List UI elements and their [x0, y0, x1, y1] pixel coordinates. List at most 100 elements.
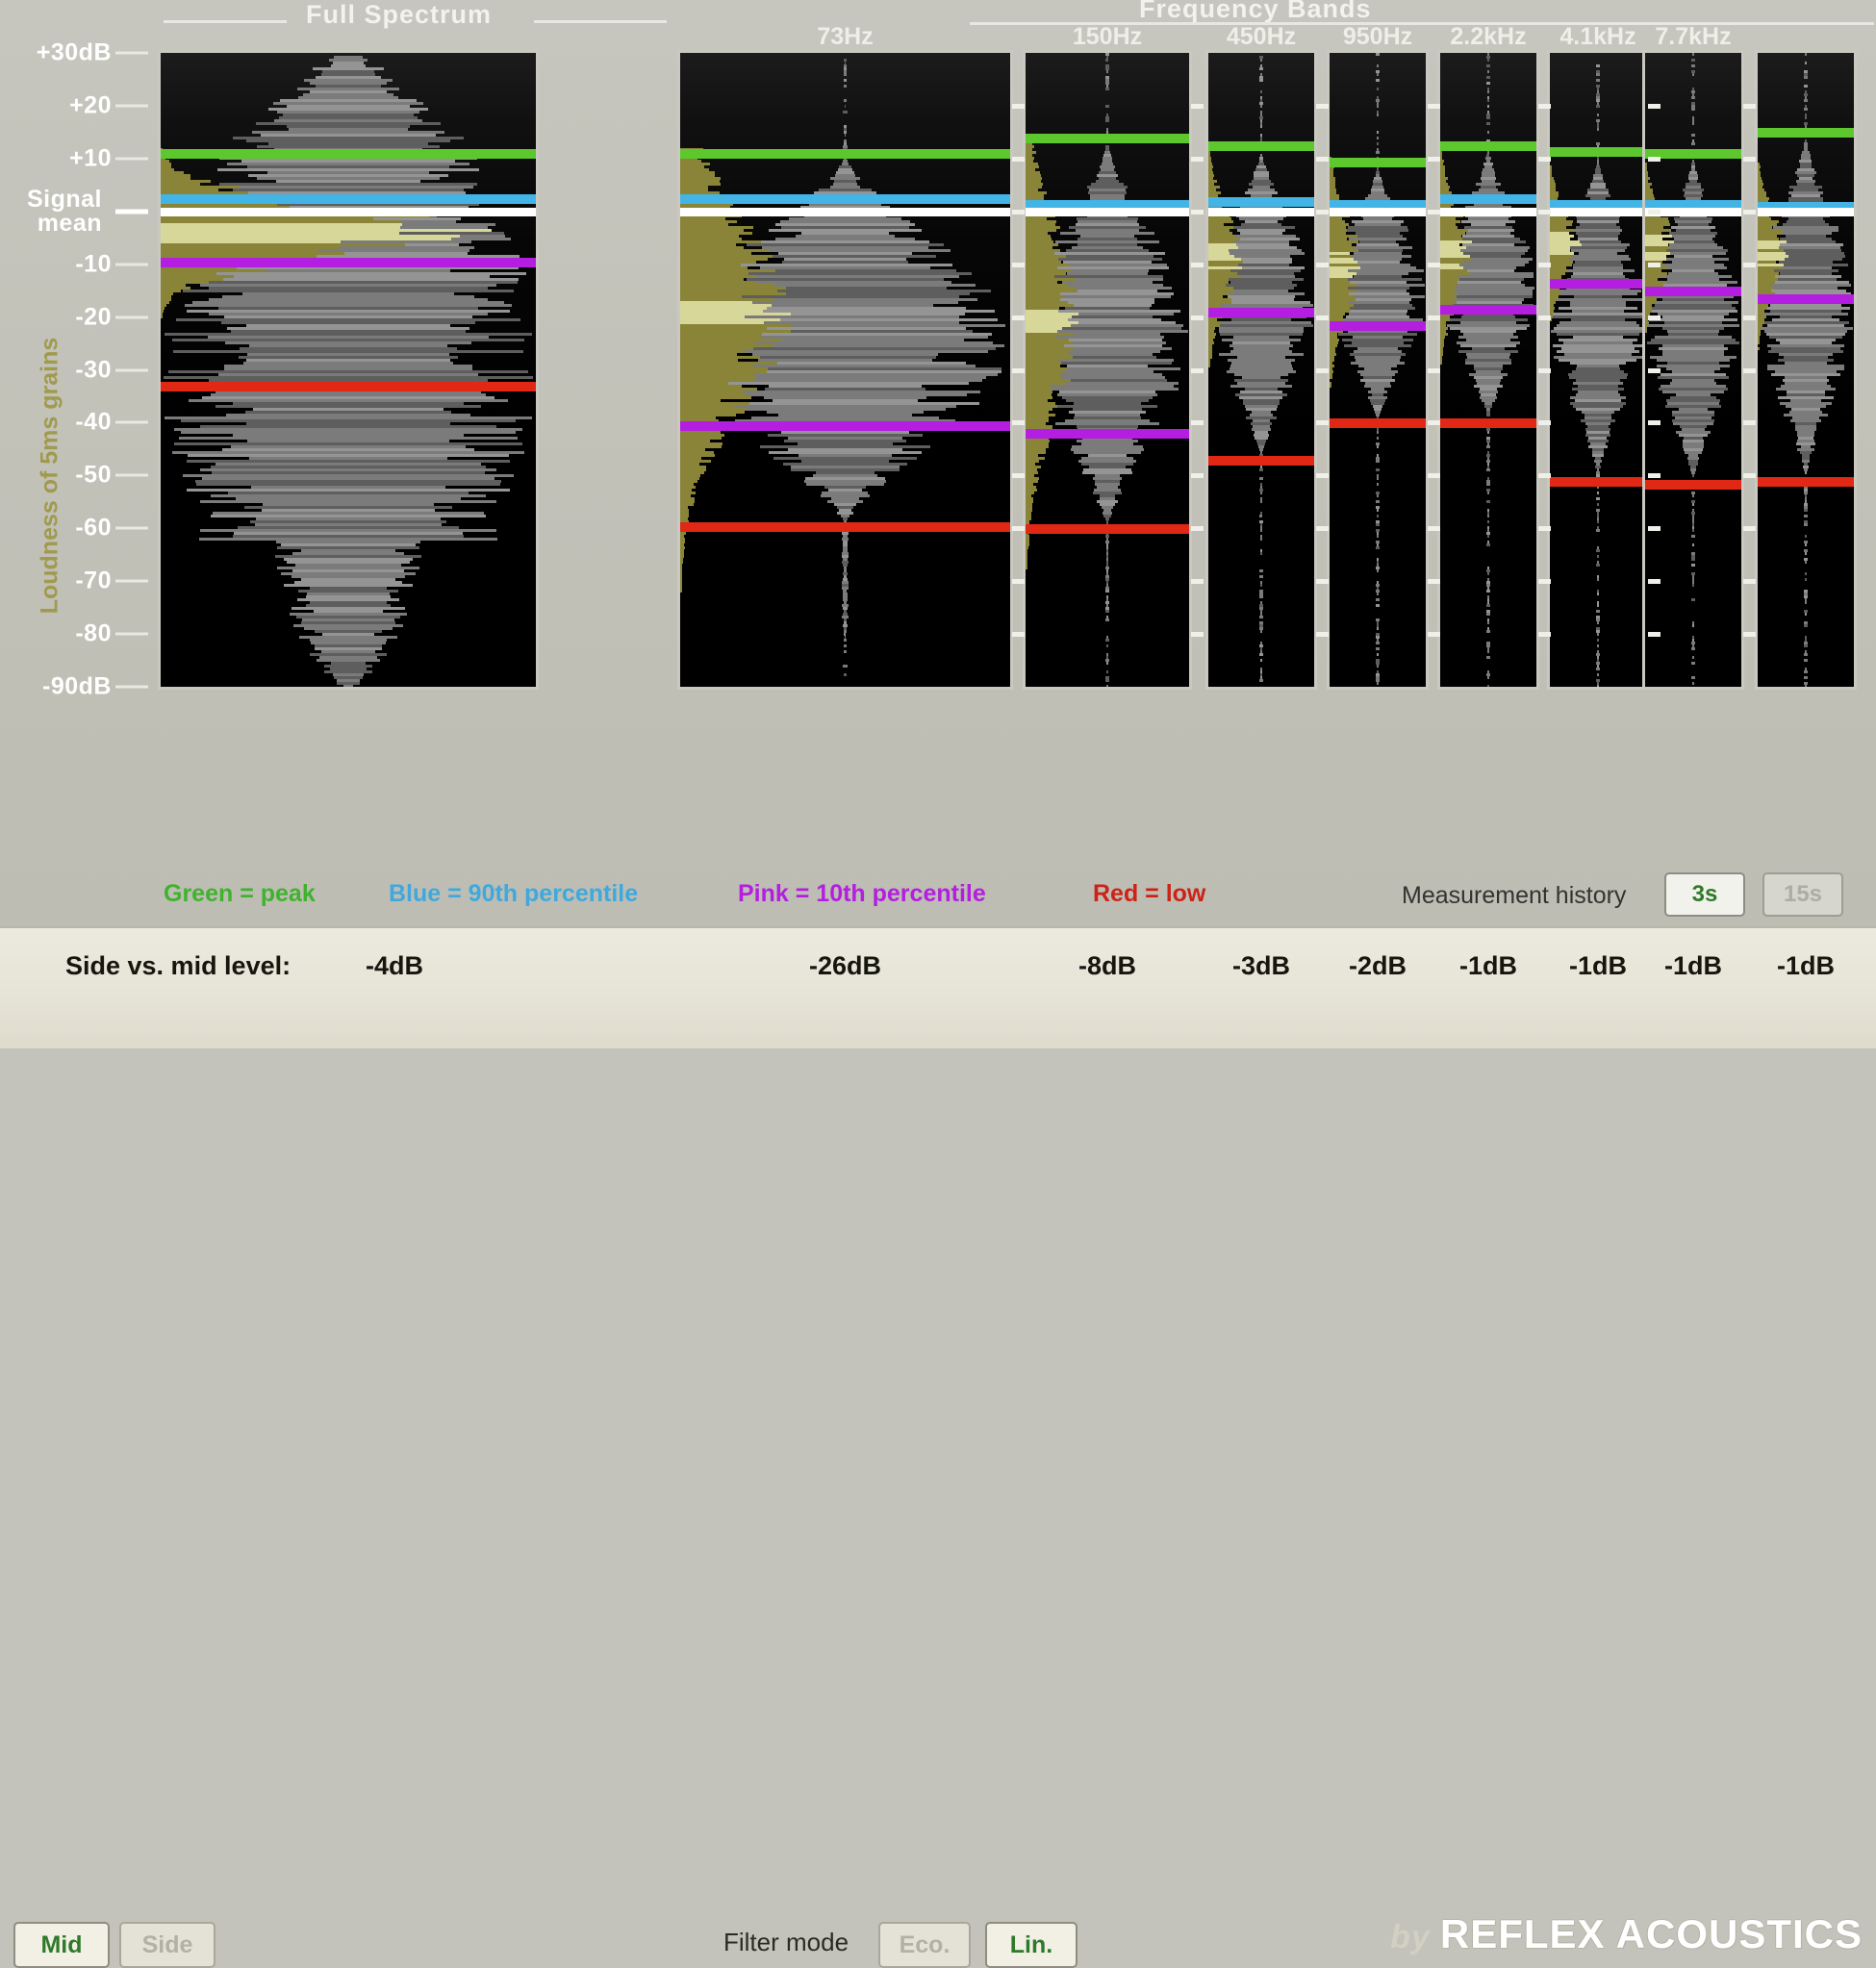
grain-bar	[1596, 578, 1600, 581]
spectrum-panel-band-450hz[interactable]	[1208, 53, 1314, 687]
filter-lin-button[interactable]: Lin.	[985, 1922, 1077, 1968]
level-histogram-bar	[680, 590, 682, 593]
gutter-gridline-tick	[1316, 367, 1329, 373]
level-histogram-bar	[1645, 330, 1648, 333]
spectrum-panel-band-150hz[interactable]	[1026, 53, 1189, 687]
y-axis-tick-label: Signal mean	[26, 185, 102, 237]
gutter-gridline-tick	[1648, 315, 1661, 320]
marker-white	[1440, 207, 1536, 216]
grain-bar	[1804, 644, 1808, 647]
spectrum-panel-band-4-1khz[interactable]	[1550, 53, 1646, 687]
grain-bar	[1105, 685, 1109, 687]
spectrum-panel-band-950hz[interactable]	[1330, 53, 1426, 687]
grain-bar	[1260, 105, 1262, 108]
grain-bar	[1259, 659, 1263, 662]
grain-bar	[1259, 538, 1262, 541]
frequency-label-77khz: 7.7kHz	[1655, 23, 1732, 50]
grain-bar	[1596, 497, 1600, 500]
grain-bar	[1105, 644, 1109, 647]
y-axis-tick-mark	[115, 157, 148, 161]
grain-bar	[1376, 665, 1380, 668]
grain-bar	[1596, 610, 1600, 613]
marker-pink	[1645, 287, 1741, 297]
grain-bar	[1376, 647, 1380, 650]
grain-bar	[1486, 414, 1490, 416]
gutter-gridline-tick	[1743, 156, 1756, 162]
spectrum-panel-full-spectrum[interactable]	[161, 53, 536, 687]
grain-bar	[1691, 142, 1695, 145]
grain-bar	[1376, 682, 1380, 685]
marker-red	[1208, 455, 1314, 466]
grain-bar	[1692, 503, 1694, 506]
marker-blue	[1440, 194, 1536, 205]
gutter-gridline-tick	[1648, 473, 1661, 479]
gutter-gridline-tick	[1538, 632, 1551, 638]
band-level-value: -26dB	[808, 951, 881, 980]
grain-bar	[1259, 569, 1263, 572]
grain-bar	[342, 685, 354, 687]
grain-bar	[1691, 108, 1695, 111]
y-axis-tick-label: -10	[75, 250, 112, 278]
grain-bar	[843, 673, 848, 676]
mid-button[interactable]: Mid	[13, 1922, 110, 1968]
marker-red	[1026, 524, 1189, 535]
spectrum-panel-band-7-7khz-b[interactable]	[1758, 53, 1854, 687]
gutter-gridline-tick	[1191, 632, 1204, 638]
grain-bar	[1691, 558, 1695, 561]
grain-bar	[1486, 64, 1490, 67]
marker-red	[1330, 418, 1426, 429]
level-histogram-bar	[161, 315, 163, 318]
filter-eco-button[interactable]: Eco.	[878, 1922, 971, 1968]
grain-bar	[1803, 653, 1809, 656]
gutter-gridline-tick	[1743, 209, 1756, 214]
level-histogram-bar	[1208, 365, 1211, 367]
grain-bar	[1691, 53, 1695, 56]
grain-bar	[1691, 64, 1695, 67]
grain-bar	[1105, 662, 1109, 665]
grain-bar	[1804, 53, 1808, 56]
gutter-gridline-tick	[1316, 315, 1329, 320]
grain-bar	[1805, 535, 1807, 538]
measurement-history-15s-button[interactable]: 15s	[1762, 872, 1843, 917]
marker-white	[1330, 207, 1426, 216]
gutter-gridline-tick	[1316, 632, 1329, 638]
spectrum-panel-band-2-2khz[interactable]	[1440, 53, 1536, 687]
gutter-gridline-tick	[1428, 632, 1440, 638]
grain-bar	[1259, 529, 1263, 532]
grain-bar	[1804, 601, 1808, 604]
gutter-gridline-tick	[1428, 315, 1440, 320]
marker-blue	[680, 194, 1010, 205]
grain-bar	[1486, 685, 1490, 687]
gutter-gridline-tick	[1012, 420, 1025, 426]
level-histogram-bar	[1758, 341, 1761, 344]
y-axis-tick-mark	[115, 209, 148, 214]
grain-bar	[1597, 685, 1599, 687]
gutter-gridline-tick	[1316, 209, 1329, 214]
grain-bar	[1596, 128, 1600, 131]
gutter-gridline-tick	[1743, 262, 1756, 267]
grain-bar	[1106, 70, 1108, 73]
grain-bar	[1804, 572, 1808, 575]
y-axis: Loudness of 5ms grains +30dB +20 +10 Signal…	[0, 0, 162, 866]
y-axis-tick-mark	[115, 526, 148, 530]
marker-white	[1208, 207, 1314, 216]
grain-bar	[1691, 535, 1695, 538]
grain-bar	[1377, 73, 1379, 76]
side-button[interactable]: Side	[119, 1922, 215, 1968]
frequency-bands-title: Frequency Bands	[1139, 0, 1372, 23]
gutter-gridline-tick	[1428, 367, 1440, 373]
grain-bar	[1486, 70, 1489, 73]
grain-bar	[1804, 659, 1808, 662]
grain-bar	[1376, 598, 1380, 601]
grain-bar	[1485, 604, 1490, 607]
gutter-gridline-tick	[1648, 156, 1661, 162]
spectrum-panel-band-73hz[interactable]	[680, 53, 1010, 687]
measurement-history-3s-button[interactable]: 3s	[1664, 872, 1745, 917]
y-axis-tick-mark	[115, 420, 148, 424]
gutter-gridline-tick	[1012, 103, 1025, 109]
grain-bar	[1376, 515, 1379, 517]
grain-bar	[1377, 653, 1379, 656]
grain-bar	[1486, 105, 1490, 108]
grain-bar	[1486, 572, 1490, 575]
grain-bar	[1692, 584, 1694, 587]
